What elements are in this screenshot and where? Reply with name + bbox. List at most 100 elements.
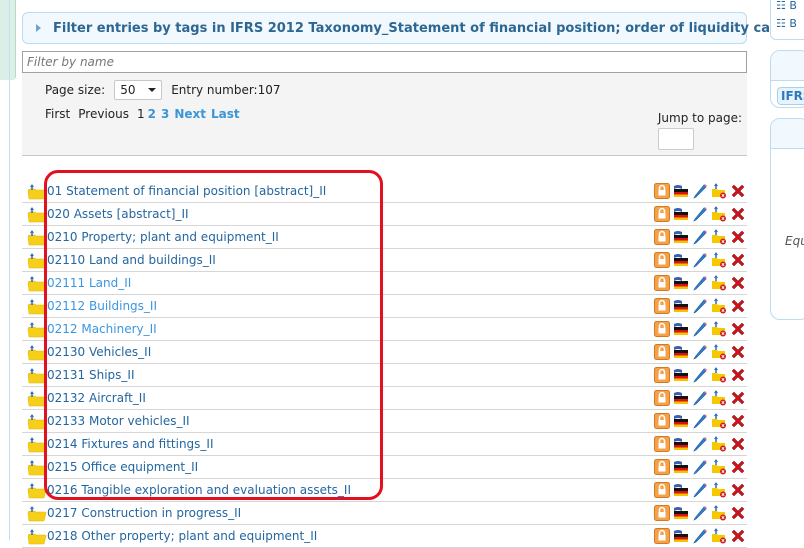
edit-pencil-icon[interactable]	[692, 367, 708, 383]
jump-to-page-input[interactable]	[657, 128, 694, 150]
delete-icon[interactable]	[730, 321, 746, 337]
remove-from-folder-icon[interactable]	[711, 390, 727, 406]
taxonomy-tag[interactable]: IFRS	[777, 87, 804, 105]
entry-link[interactable]: 0217 Construction in progress_II	[47, 506, 241, 520]
add-to-folder-icon[interactable]	[27, 299, 47, 315]
edit-pencil-icon[interactable]	[692, 528, 708, 544]
add-to-folder-icon[interactable]	[27, 276, 47, 292]
page-link-2[interactable]: 2	[148, 107, 156, 121]
remove-from-folder-icon[interactable]	[711, 206, 727, 222]
translate-flag-icon[interactable]	[673, 482, 689, 498]
lock-icon[interactable]	[654, 367, 670, 383]
delete-icon[interactable]	[730, 367, 746, 383]
lock-icon[interactable]	[654, 321, 670, 337]
last-page-link[interactable]: Last	[211, 107, 240, 121]
entry-link[interactable]: 01 Statement of financial position [abst…	[47, 184, 326, 198]
lock-icon[interactable]	[654, 275, 670, 291]
expand-triangle-icon[interactable]	[36, 24, 41, 32]
add-to-folder-icon[interactable]	[27, 184, 47, 200]
add-to-folder-icon[interactable]	[27, 322, 47, 338]
delete-icon[interactable]	[730, 482, 746, 498]
lock-icon[interactable]	[654, 344, 670, 360]
translate-flag-icon[interactable]	[673, 367, 689, 383]
entry-link[interactable]: 0215 Office equipment_II	[47, 460, 198, 474]
add-to-folder-icon[interactable]	[27, 460, 47, 476]
entry-link[interactable]: 0218 Other property; plant and equipment…	[47, 529, 317, 543]
translate-flag-icon[interactable]	[673, 183, 689, 199]
delete-icon[interactable]	[730, 413, 746, 429]
add-to-folder-icon[interactable]	[27, 345, 47, 361]
translate-flag-icon[interactable]	[673, 229, 689, 245]
lock-icon[interactable]	[654, 482, 670, 498]
entry-link[interactable]: 0216 Tangible exploration and evaluation…	[47, 483, 351, 497]
edit-pencil-icon[interactable]	[692, 413, 708, 429]
translate-flag-icon[interactable]	[673, 528, 689, 544]
translate-flag-icon[interactable]	[673, 252, 689, 268]
entry-link[interactable]: 02132 Aircraft_II	[47, 391, 146, 405]
edit-pencil-icon[interactable]	[692, 229, 708, 245]
entry-link[interactable]: 0212 Machinery_II	[47, 322, 157, 336]
translate-flag-icon[interactable]	[673, 206, 689, 222]
edit-pencil-icon[interactable]	[692, 206, 708, 222]
add-to-folder-icon[interactable]	[27, 529, 47, 545]
edit-pencil-icon[interactable]	[692, 275, 708, 291]
edit-pencil-icon[interactable]	[692, 436, 708, 452]
edit-pencil-icon[interactable]	[692, 252, 708, 268]
delete-icon[interactable]	[730, 229, 746, 245]
add-to-folder-icon[interactable]	[27, 414, 47, 430]
delete-icon[interactable]	[730, 390, 746, 406]
add-to-folder-icon[interactable]	[27, 483, 47, 499]
page-link-3[interactable]: 3	[161, 107, 169, 121]
edit-pencil-icon[interactable]	[692, 505, 708, 521]
lock-icon[interactable]	[654, 229, 670, 245]
add-to-folder-icon[interactable]	[27, 230, 47, 246]
lock-icon[interactable]	[654, 183, 670, 199]
previous-page-link[interactable]: Previous	[78, 107, 129, 121]
edit-pencil-icon[interactable]	[692, 344, 708, 360]
entry-link[interactable]: 02111 Land_II	[47, 276, 131, 290]
entry-link[interactable]: 02133 Motor vehicles_II	[47, 414, 190, 428]
edit-pencil-icon[interactable]	[692, 183, 708, 199]
add-to-folder-icon[interactable]	[27, 437, 47, 453]
entry-link[interactable]: 0214 Fixtures and fittings_II	[47, 437, 214, 451]
remove-from-folder-icon[interactable]	[711, 183, 727, 199]
add-to-folder-icon[interactable]	[27, 506, 47, 522]
translate-flag-icon[interactable]	[673, 390, 689, 406]
lock-icon[interactable]	[654, 505, 670, 521]
lock-icon[interactable]	[654, 528, 670, 544]
delete-icon[interactable]	[730, 183, 746, 199]
first-page-link[interactable]: First	[45, 107, 70, 121]
entry-link[interactable]: 0210 Property; plant and equipment_II	[47, 230, 279, 244]
remove-from-folder-icon[interactable]	[711, 505, 727, 521]
delete-icon[interactable]	[730, 206, 746, 222]
entry-link[interactable]: 02112 Buildings_II	[47, 299, 157, 313]
entry-link[interactable]: 020 Assets [abstract]_II	[47, 207, 189, 221]
lock-icon[interactable]	[654, 390, 670, 406]
filter-by-name-input[interactable]	[22, 51, 747, 73]
translate-flag-icon[interactable]	[673, 321, 689, 337]
delete-icon[interactable]	[730, 459, 746, 475]
translate-flag-icon[interactable]	[673, 505, 689, 521]
edit-pencil-icon[interactable]	[692, 321, 708, 337]
add-to-folder-icon[interactable]	[27, 253, 47, 269]
lock-icon[interactable]	[654, 436, 670, 452]
lock-icon[interactable]	[654, 459, 670, 475]
translate-flag-icon[interactable]	[673, 436, 689, 452]
edit-pencil-icon[interactable]	[692, 482, 708, 498]
delete-icon[interactable]	[730, 275, 746, 291]
remove-from-folder-icon[interactable]	[711, 252, 727, 268]
translate-flag-icon[interactable]	[673, 298, 689, 314]
page-size-select[interactable]: 50	[114, 80, 163, 100]
delete-icon[interactable]	[730, 436, 746, 452]
edit-pencil-icon[interactable]	[692, 390, 708, 406]
filter-panel-header[interactable]: Filter entries by tags in IFRS 2012 Taxo…	[22, 12, 804, 44]
entry-link[interactable]: 02131 Ships_II	[47, 368, 135, 382]
remove-from-folder-icon[interactable]	[711, 459, 727, 475]
remove-from-folder-icon[interactable]	[711, 321, 727, 337]
remove-from-folder-icon[interactable]	[711, 482, 727, 498]
delete-icon[interactable]	[730, 344, 746, 360]
delete-icon[interactable]	[730, 505, 746, 521]
lock-icon[interactable]	[654, 298, 670, 314]
remove-from-folder-icon[interactable]	[711, 413, 727, 429]
remove-from-folder-icon[interactable]	[711, 229, 727, 245]
